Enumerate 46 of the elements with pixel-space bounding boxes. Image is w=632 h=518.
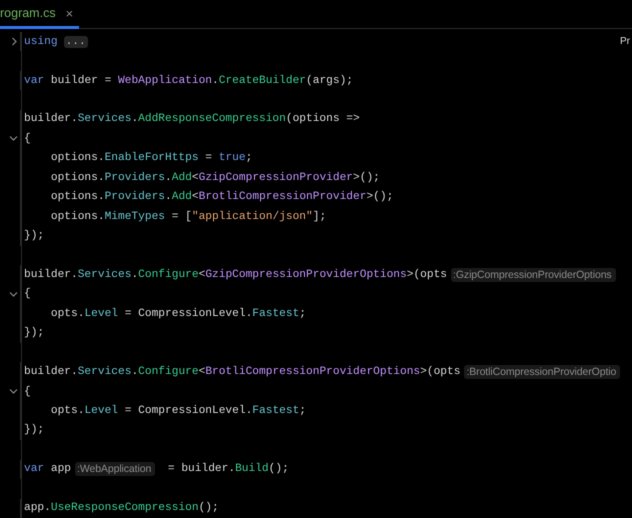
code-text: Configure [138,268,199,281]
code-text: < [198,366,206,378]
code-text: = builder. [166,463,236,476]
chevron-down-icon[interactable] [9,135,18,142]
chevron-down-icon[interactable] [9,290,18,298]
code-line: { [24,132,31,145]
code-text: < [198,268,206,281]
code-line: }); [24,424,44,436]
code-text: >(opts [406,268,448,281]
code-text: Build [235,463,269,476]
close-tab-button[interactable]: × [66,6,74,20]
code-text: builder. [24,268,78,281]
chevron-down-icon[interactable] [9,388,18,396]
code-text: Services [78,268,132,281]
code-line: }); [24,230,44,242]
code-text: app [50,463,72,476]
code-line: opts.Level = CompressionLevel.Fastest; [50,308,306,320]
code-line: opts.Level = CompressionLevel.Fastest; [50,405,306,418]
code-text: var [24,463,44,476]
code-line: options.MimeTypes = ["application/json"]; [50,210,326,223]
code-text: >(opts [420,366,460,378]
code-line: options.EnableForHttps = true; [50,152,252,164]
code-text: Services [78,366,132,378]
code-line: { [24,386,31,398]
code-line: options.Providers.Add<GzipCompressionProvider>(); [50,172,380,184]
chevron-right-icon[interactable] [11,37,18,46]
code-text: using [24,36,58,48]
code-text: builder. [24,366,78,378]
type-hint: :GzipCompressionProviderOptions [451,268,616,282]
corner-label: Pr [620,36,630,48]
code-line: builder.Services.AddResponseCompression(options => [24,113,360,126]
folded-code-placeholder[interactable]: ... [64,36,88,48]
code-line: app.UseResponseCompression(); [24,502,219,514]
code-text: . [131,366,138,378]
code-line: { [24,288,31,300]
code-line: }); [24,327,44,340]
code-text: BrotliCompressionProviderOptions [205,366,420,378]
file-tab[interactable]: rogram.cs × [0,0,80,29]
type-hint: :WebApplication [75,462,156,476]
type-hint: :BrotliCompressionProviderOptio [464,365,620,380]
code-text: . [131,268,138,281]
code-text: (); [268,463,289,476]
code-text: GzipCompressionProviderOptions [205,268,407,281]
code-line: var builder = WebApplication.CreateBuilder(args); [24,74,354,87]
code-line: options.Providers.Add<BrotliCompressionProvider>(); [50,191,394,204]
code-text: Configure [138,366,199,378]
